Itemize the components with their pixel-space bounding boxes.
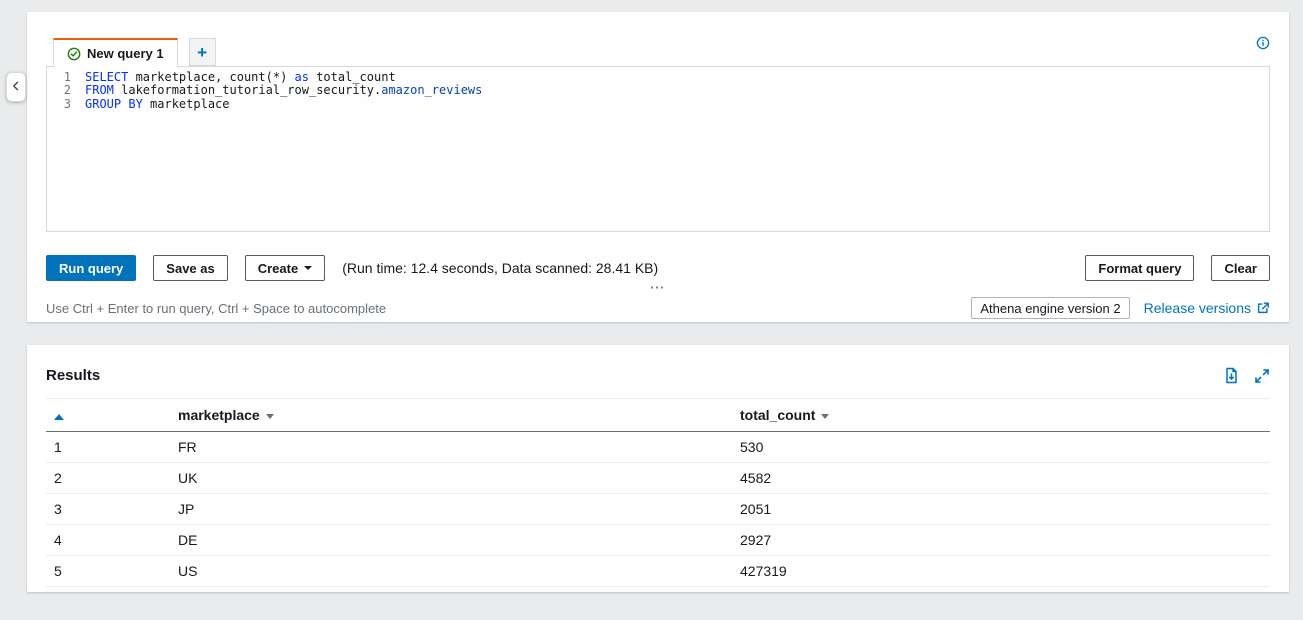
export-results-icon[interactable]: [1223, 367, 1239, 384]
results-header: Results: [46, 367, 1270, 384]
line-number: 2: [47, 84, 71, 97]
table-row: 2UK4582: [46, 463, 1270, 494]
engine-version-button[interactable]: Athena engine version 2: [971, 297, 1129, 319]
results-title: Results: [46, 367, 100, 384]
keyboard-shortcut-hint: Use Ctrl + Enter to run query, Ctrl + Sp…: [46, 301, 386, 316]
sql-editor[interactable]: 123 SELECT marketplace, count(*) as tota…: [46, 66, 1270, 232]
table-cell: 2927: [740, 525, 1270, 556]
row-number: 5: [46, 556, 178, 587]
query-tabs: New query 1 +: [53, 38, 1270, 66]
toolbar-right-group: Format query Clear: [1085, 255, 1270, 281]
expand-results-icon[interactable]: [1254, 368, 1270, 384]
toolbar-left-group: Run query Save as Create (Run time: 12.4…: [46, 255, 658, 281]
format-query-button[interactable]: Format query: [1085, 255, 1194, 281]
success-check-icon: [67, 47, 81, 61]
sql-line: SELECT marketplace, count(*) as total_co…: [85, 71, 482, 84]
table-cell: DE: [178, 525, 740, 556]
table-cell: UK: [178, 463, 740, 494]
table-row: 3JP2051: [46, 494, 1270, 525]
table-cell: FR: [178, 432, 740, 463]
table-row: 1FR530: [46, 432, 1270, 463]
query-run-stats: (Run time: 12.4 seconds, Data scanned: 2…: [342, 260, 658, 276]
new-tab-button[interactable]: +: [189, 38, 216, 66]
table-row: 5US427319: [46, 556, 1270, 587]
line-number: 3: [47, 98, 71, 111]
caret-down-icon: [821, 414, 829, 419]
run-query-button[interactable]: Run query: [46, 255, 136, 281]
table-cell: 427319: [740, 556, 1270, 587]
line-number: 1: [47, 71, 71, 84]
save-as-button[interactable]: Save as: [153, 255, 227, 281]
column-header-index[interactable]: [46, 399, 178, 432]
table-cell: 4582: [740, 463, 1270, 494]
row-number: 1: [46, 432, 178, 463]
sql-code: SELECT marketplace, count(*) as total_co…: [77, 67, 482, 231]
caret-down-icon: [266, 414, 274, 419]
chevron-left-icon: [10, 80, 22, 95]
release-versions-label: Release versions: [1144, 300, 1251, 316]
row-number: 2: [46, 463, 178, 494]
table-cell: 2051: [740, 494, 1270, 525]
external-link-icon: [1256, 301, 1270, 315]
tab-label: New query 1: [87, 46, 164, 61]
row-number: 3: [46, 494, 178, 525]
table-cell: US: [178, 556, 740, 587]
sort-ascending-icon[interactable]: [54, 414, 64, 420]
footer-right-group: Athena engine version 2 Release versions: [971, 297, 1270, 319]
sql-line: GROUP BY marketplace: [85, 98, 482, 111]
column-header-marketplace[interactable]: marketplace: [178, 399, 740, 432]
results-table: marketplace total_count 1FR5302UK45823JP…: [46, 398, 1270, 587]
editor-toolbar: Run query Save as Create (Run time: 12.4…: [46, 255, 1270, 281]
column-header-total-count[interactable]: total_count: [740, 399, 1270, 432]
editor-footer: Use Ctrl + Enter to run query, Ctrl + Sp…: [46, 297, 1270, 319]
clear-button[interactable]: Clear: [1211, 255, 1270, 281]
sql-line: FROM lakeformation_tutorial_row_security…: [85, 84, 482, 97]
create-button-label: Create: [258, 261, 298, 276]
row-number: 4: [46, 525, 178, 556]
query-editor-panel: New query 1 + 123 SELECT marketplace, co…: [27, 12, 1289, 322]
collapse-panel-button[interactable]: [6, 72, 26, 102]
caret-down-icon: [304, 266, 312, 270]
line-number-gutter: 123: [47, 67, 77, 231]
tab-new-query-1[interactable]: New query 1: [53, 38, 178, 67]
athena-query-page: New query 1 + 123 SELECT marketplace, co…: [0, 12, 1303, 592]
results-actions: [1223, 367, 1270, 384]
create-button[interactable]: Create: [245, 255, 325, 281]
table-cell: 530: [740, 432, 1270, 463]
results-panel: Results marketplace: [27, 345, 1289, 592]
table-header-row: marketplace total_count: [46, 399, 1270, 432]
release-versions-link[interactable]: Release versions: [1144, 300, 1270, 316]
column-label: total_count: [740, 407, 815, 423]
panel-resize-handle[interactable]: ⋯: [650, 283, 667, 293]
table-row: 4DE2927: [46, 525, 1270, 556]
table-cell: JP: [178, 494, 740, 525]
column-label: marketplace: [178, 407, 260, 423]
